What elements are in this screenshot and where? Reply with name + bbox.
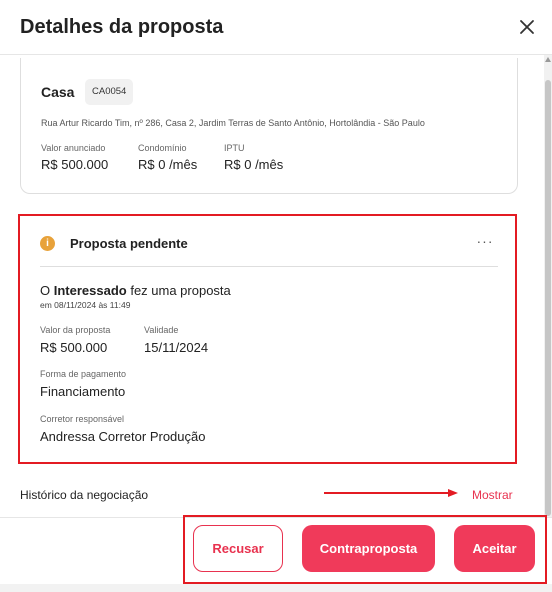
proposal-status: Proposta pendente bbox=[70, 236, 188, 251]
accept-button[interactable]: Aceitar bbox=[454, 525, 535, 572]
property-code-badge: CA0054 bbox=[85, 79, 134, 105]
listed-price-field: Valor anunciado R$ 500.000 bbox=[41, 143, 108, 172]
field-value: Andressa Corretor Produção bbox=[40, 429, 206, 444]
proposal-value-field: Valor da proposta R$ 500.000 bbox=[40, 325, 110, 355]
bottom-strip bbox=[0, 584, 552, 592]
arrow-right-icon bbox=[324, 489, 458, 497]
show-history-link[interactable]: Mostrar bbox=[472, 488, 513, 502]
intro-suffix: fez uma proposta bbox=[126, 283, 231, 298]
field-value: R$ 500.000 bbox=[40, 340, 108, 355]
validity-field: Validade 15/11/2024 bbox=[144, 325, 208, 355]
field-label: Forma de pagamento bbox=[40, 369, 127, 379]
proposal-details-dialog: Detalhes da proposta Casa CA0054 Rua Art… bbox=[0, 0, 552, 592]
field-label: Corretor responsável bbox=[40, 414, 125, 424]
field-label: Condomínio bbox=[138, 143, 187, 153]
close-icon[interactable] bbox=[516, 16, 538, 38]
iptu-field: IPTU R$ 0 /mês bbox=[224, 143, 283, 172]
field-label: IPTU bbox=[224, 143, 245, 153]
intro-actor: Interessado bbox=[53, 283, 127, 298]
property-card: Casa CA0054 Rua Artur Ricardo Tim, nº 28… bbox=[20, 58, 518, 194]
counter-proposal-button[interactable]: Contraproposta bbox=[302, 525, 435, 572]
property-address: Rua Artur Ricardo Tim, nº 286, Casa 2, J… bbox=[41, 118, 425, 128]
payment-method-field: Forma de pagamento Financiamento bbox=[40, 369, 126, 399]
field-label: Valor anunciado bbox=[41, 143, 106, 153]
proposal-panel: i Proposta pendente ··· O Interessado fe… bbox=[18, 214, 517, 464]
broker-field: Corretor responsável Andressa Corretor P… bbox=[40, 414, 205, 444]
proposal-intro: O Interessado fez uma proposta bbox=[40, 283, 231, 298]
property-type: Casa bbox=[41, 84, 75, 100]
info-icon: i bbox=[40, 236, 55, 251]
field-value: Financiamento bbox=[40, 384, 126, 399]
proposal-date: em 08/11/2024 às 11:49 bbox=[40, 300, 131, 310]
field-value: R$ 0 /mês bbox=[138, 157, 198, 172]
intro-prefix: O bbox=[40, 283, 54, 298]
condo-fee-field: Condomínio R$ 0 /mês bbox=[138, 143, 197, 172]
divider bbox=[40, 266, 498, 267]
field-value: R$ 500.000 bbox=[41, 157, 109, 172]
refuse-button[interactable]: Recusar bbox=[193, 525, 283, 572]
history-label: Histórico da negociação bbox=[20, 488, 149, 502]
field-label: Validade bbox=[144, 325, 179, 335]
field-label: Valor da proposta bbox=[40, 325, 111, 335]
field-value: R$ 0 /mês bbox=[224, 157, 284, 172]
scrollbar-thumb[interactable] bbox=[545, 80, 551, 516]
field-value: 15/11/2024 bbox=[144, 340, 209, 355]
page-title: Detalhes da proposta bbox=[20, 16, 224, 38]
more-options-icon[interactable]: ··· bbox=[475, 232, 495, 252]
dialog-header: Detalhes da proposta bbox=[0, 0, 552, 55]
scroll-up-arrow-icon[interactable] bbox=[545, 57, 551, 62]
